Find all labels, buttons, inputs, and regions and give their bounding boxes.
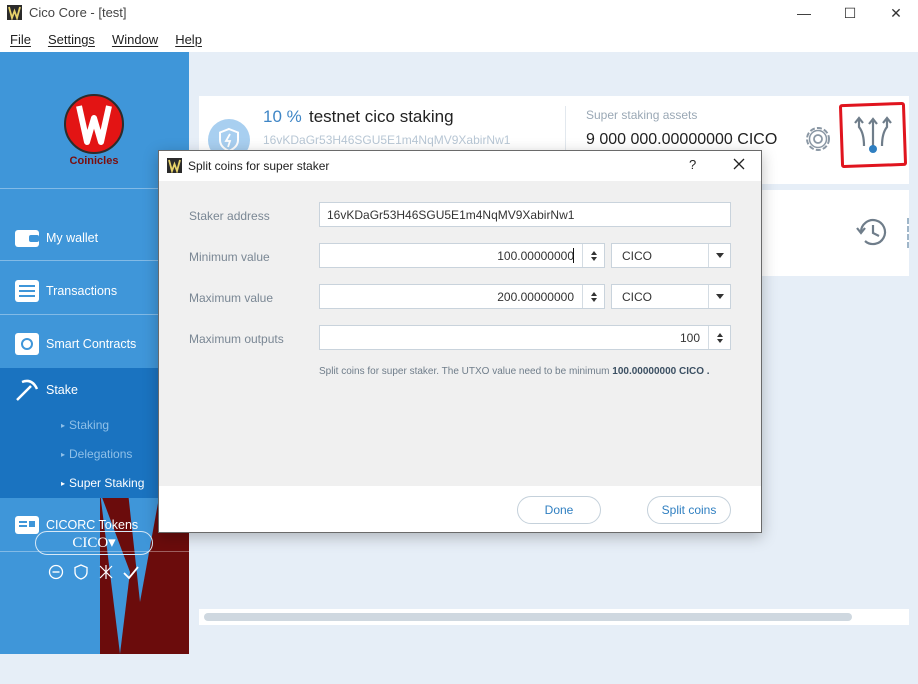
max-value-stepper[interactable] (582, 285, 604, 308)
menu-window[interactable]: Window (112, 32, 158, 47)
text-cursor (573, 248, 574, 263)
shield-icon (73, 564, 89, 580)
nav-label: Smart Contracts (46, 337, 137, 351)
app-logo-icon (7, 5, 22, 20)
nav-label: Transactions (46, 284, 118, 298)
max-value-label: Maximum value (189, 291, 274, 305)
menu-help[interactable]: Help (175, 32, 202, 47)
pickaxe-icon (13, 377, 41, 403)
sub-label: Delegations (69, 447, 133, 461)
max-outputs-value: 100 (679, 331, 700, 345)
max-outputs-field[interactable]: 100 (319, 325, 731, 350)
note-suffix: . (704, 366, 710, 377)
wallet-icon (13, 225, 41, 251)
chevron-down-icon (708, 244, 730, 267)
assets-value: 9 000 000.00000000 CICO (586, 131, 778, 148)
window-title: Cico Core - [test] (29, 5, 127, 20)
check-icon (123, 564, 139, 580)
nav-sub-super-staking[interactable]: Super Staking (61, 476, 144, 490)
assets-label: Super staking assets (586, 108, 698, 122)
min-unit-value: CICO (622, 249, 652, 263)
coinicles-logo (64, 94, 124, 154)
min-unit-select[interactable]: CICO (611, 243, 731, 268)
divider (907, 218, 909, 248)
dialog-title: Split coins for super staker (188, 159, 330, 173)
contract-icon (13, 331, 41, 357)
title-bar: Cico Core - [test] — ☐ ✕ (0, 0, 918, 26)
staker-address: 16vKDaGr53H46SGU5E1m4NqMV9XabirNw1 (263, 133, 511, 147)
scrollbar-thumb[interactable] (204, 613, 852, 621)
minus-circle-icon (48, 564, 64, 580)
menu-settings[interactable]: Settings (48, 32, 95, 47)
nav-label: Stake (46, 383, 78, 397)
staker-address-label: Staker address (189, 209, 270, 223)
staker-name: testnet cico staking (309, 107, 454, 126)
tokens-icon (13, 512, 41, 538)
max-value-field[interactable]: 200.00000000 (319, 284, 605, 309)
minimize-button[interactable]: — (781, 2, 827, 24)
staker-address-value: 16vKDaGr53H46SGU5E1m4NqMV9XabirNw1 (327, 208, 575, 222)
close-icon[interactable] (731, 156, 747, 172)
split-coins-button[interactable]: Split coins (647, 496, 731, 524)
max-value-value: 200.00000000 (497, 290, 574, 304)
dialog-title-bar: Split coins for super staker ? (159, 151, 761, 181)
sub-label: Staking (69, 418, 110, 432)
menu-file[interactable]: File (10, 32, 31, 47)
menu-bar: File Settings Window Help (0, 26, 918, 52)
done-button[interactable]: Done (517, 496, 601, 524)
annotation-highlight (838, 101, 908, 169)
status-icons (48, 564, 139, 580)
dialog-body: Staker address 16vKDaGr53H46SGU5E1m4NqMV… (159, 181, 761, 486)
sub-label: Super Staking (69, 476, 145, 490)
chevron-down-icon (708, 285, 730, 308)
network-icon (98, 564, 114, 580)
staker-address-field[interactable]: 16vKDaGr53H46SGU5E1m4NqMV9XabirNw1 (319, 202, 731, 227)
max-outputs-label: Maximum outputs (189, 332, 284, 346)
max-unit-select[interactable]: CICO (611, 284, 731, 309)
nav-sub-delegations[interactable]: Delegations (61, 447, 132, 461)
nav-label: My wallet (46, 231, 99, 245)
logo-w-icon (76, 105, 112, 145)
note-prefix: Split coins for super staker. The UTXO v… (319, 366, 613, 377)
split-note: Split coins for super staker. The UTXO v… (319, 366, 710, 377)
help-button[interactable]: ? (689, 157, 696, 172)
min-value-stepper[interactable] (582, 244, 604, 267)
gear-icon[interactable] (801, 122, 835, 156)
nav-sub-staking[interactable]: Staking (61, 418, 109, 432)
min-value-value: 100.00000000 (497, 249, 574, 263)
logo-text: Coinicles (69, 155, 119, 167)
status-bar (0, 654, 918, 684)
min-value-field[interactable]: 100.00000000 (319, 243, 605, 268)
maximize-button[interactable]: ☐ (827, 2, 873, 24)
app-logo-icon (167, 158, 182, 173)
nav-label: CICORC Tokens (46, 518, 139, 532)
note-amount: 100.00000000 CICO (612, 366, 705, 377)
unit-selector[interactable]: CICO▾ (35, 531, 153, 555)
close-window-button[interactable]: ✕ (873, 2, 918, 24)
transactions-icon (13, 278, 41, 304)
min-value-label: Minimum value (189, 250, 270, 264)
history-icon[interactable] (853, 214, 891, 250)
max-outputs-stepper[interactable] (708, 326, 730, 349)
max-unit-value: CICO (622, 290, 652, 304)
split-coins-dialog: Split coins for super staker ? Staker ad… (158, 150, 762, 533)
staker-fee-percent: 10 % (263, 107, 302, 126)
